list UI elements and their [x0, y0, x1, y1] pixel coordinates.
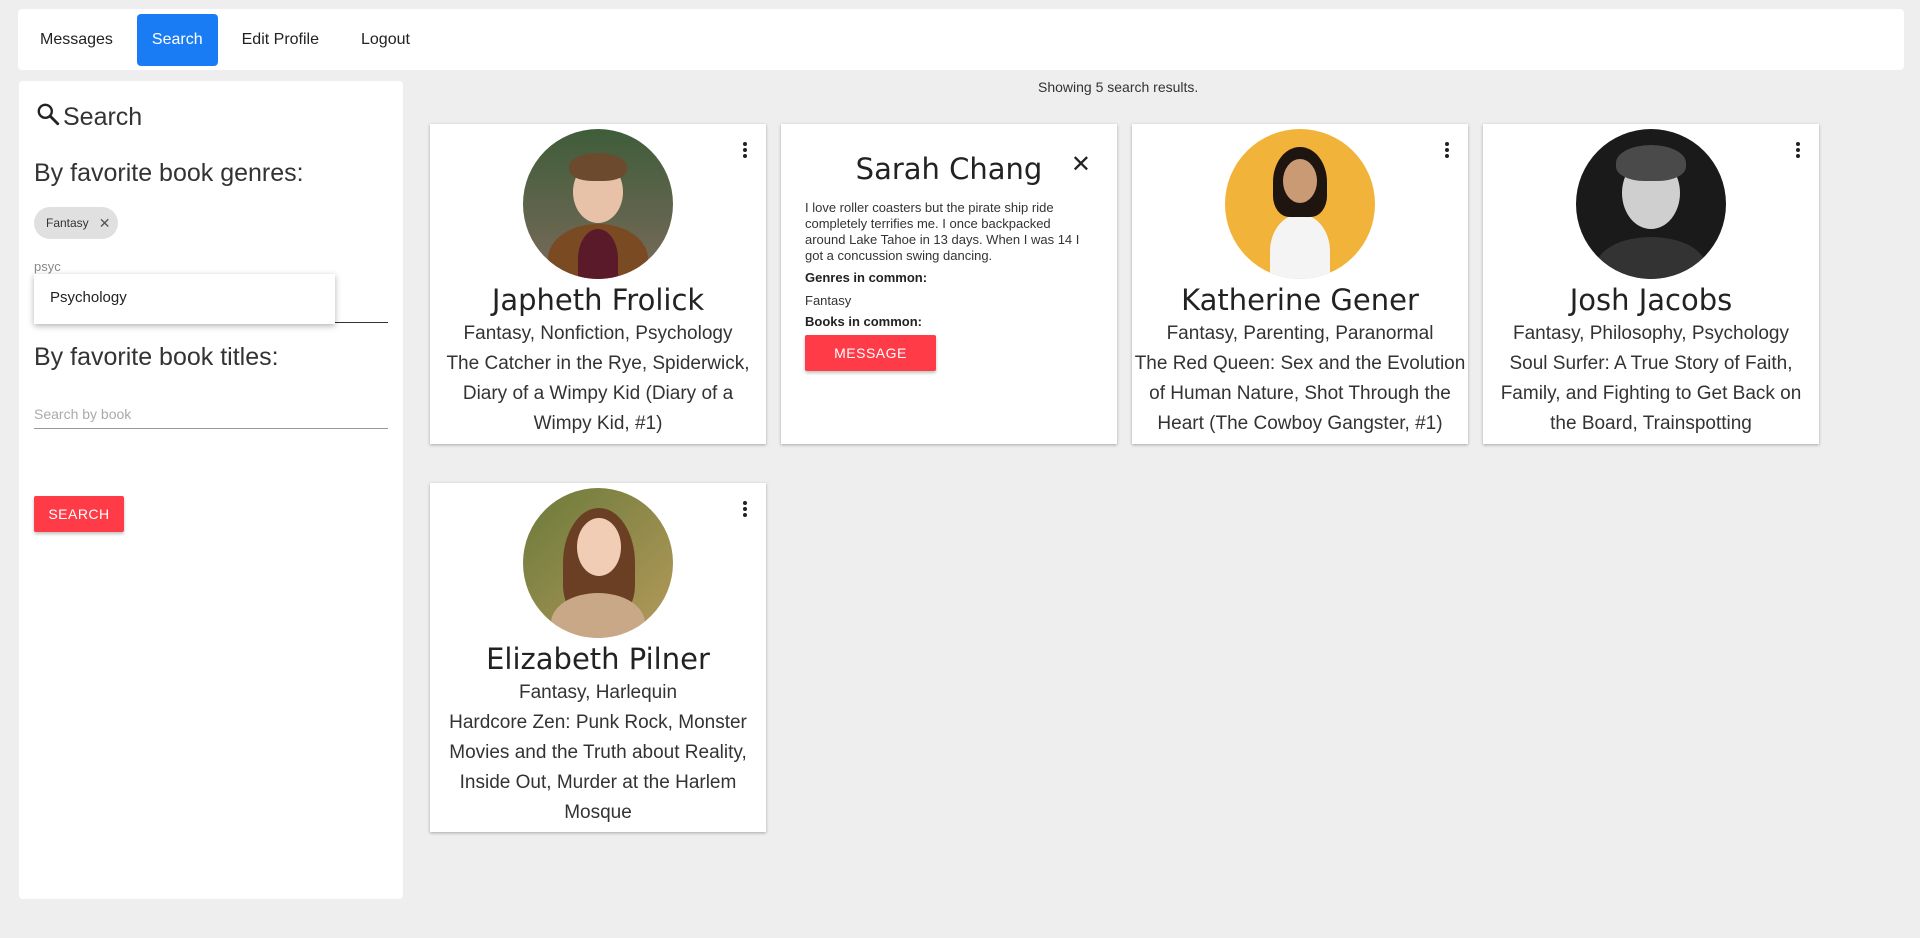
- nav-edit-profile[interactable]: Edit Profile: [224, 14, 337, 66]
- nav-search[interactable]: Search: [136, 13, 218, 66]
- result-card-katherine[interactable]: Katherine Gener Fantasy, Parenting, Para…: [1132, 124, 1468, 444]
- avatar: [1225, 129, 1375, 279]
- genres-in-common-label: Genres in common:: [805, 270, 928, 285]
- genres-section-title: By favorite book genres:: [34, 159, 304, 187]
- result-card-japheth[interactable]: Japheth Frolick Fantasy, Nonfiction, Psy…: [430, 124, 766, 444]
- result-card-sarah-expanded: ✕ Sarah Chang I love roller coasters but…: [781, 124, 1117, 444]
- card-books: Soul Surfer: A True Story of Faith, Fami…: [1500, 353, 1802, 434]
- card-genres: Fantasy, Harlequin: [518, 682, 678, 703]
- card-name: Josh Jacobs: [1569, 283, 1733, 317]
- card-menu-icon[interactable]: [1444, 142, 1450, 160]
- books-in-common-label: Books in common:: [805, 314, 923, 329]
- card-name: Japheth Frolick: [491, 283, 705, 317]
- card-menu-icon[interactable]: [1795, 142, 1801, 160]
- search-heading-label: Search: [63, 103, 143, 131]
- genre-chip-fantasy: Fantasy ✕: [34, 207, 119, 239]
- genre-input-value[interactable]: psyc: [34, 259, 61, 274]
- result-card-josh[interactable]: Josh Jacobs Fantasy, Philosophy, Psychol…: [1483, 124, 1819, 444]
- avatar: [523, 488, 673, 638]
- nav-messages[interactable]: Messages: [22, 14, 131, 66]
- card-name: Katherine Gener: [1181, 283, 1419, 317]
- card-menu-icon[interactable]: [742, 142, 748, 160]
- card-books: The Red Queen: Sex and the Evolution of …: [1134, 353, 1466, 434]
- card-genres: Fantasy, Philosophy, Psychology: [1513, 323, 1789, 344]
- book-search-input[interactable]: [34, 399, 388, 429]
- genres-in-common-value: Fantasy: [805, 293, 852, 308]
- search-icon: [37, 103, 60, 125]
- result-card-elizabeth[interactable]: Elizabeth Pilner Fantasy, Harlequin Hard…: [430, 483, 766, 832]
- nav-logout[interactable]: Logout: [343, 14, 428, 66]
- search-heading: Search: [35, 103, 142, 132]
- card-genres: Fantasy, Parenting, Paranormal: [1166, 323, 1434, 344]
- card-books: Hardcore Zen: Punk Rock, Monster Movies …: [449, 712, 747, 823]
- results-count: Showing 5 search results.: [1038, 79, 1199, 95]
- card-genres: Fantasy, Nonfiction, Psychology: [463, 323, 733, 344]
- genre-chip-label: Fantasy: [46, 216, 89, 230]
- message-button[interactable]: MESSAGE: [805, 335, 936, 371]
- close-icon[interactable]: ✕: [1071, 150, 1091, 179]
- genre-suggestion-psychology[interactable]: Psychology: [34, 274, 335, 324]
- search-button[interactable]: SEARCH: [34, 496, 124, 532]
- chip-remove-icon[interactable]: ✕: [99, 215, 111, 232]
- avatar: [523, 129, 673, 279]
- card-bio: I love roller coasters but the pirate sh…: [805, 200, 1080, 263]
- card-menu-icon[interactable]: [742, 501, 748, 519]
- top-navbar: Messages Search Edit Profile Logout: [18, 9, 1904, 70]
- card-name: Sarah Chang: [855, 152, 1043, 186]
- card-name: Elizabeth Pilner: [486, 642, 710, 676]
- avatar: [1576, 129, 1726, 279]
- titles-section-title: By favorite book titles:: [34, 343, 279, 371]
- card-books: The Catcher in the Rye, Spiderwick, Diar…: [446, 353, 750, 434]
- search-sidebar: Search By favorite book genres: Fantasy …: [19, 81, 403, 899]
